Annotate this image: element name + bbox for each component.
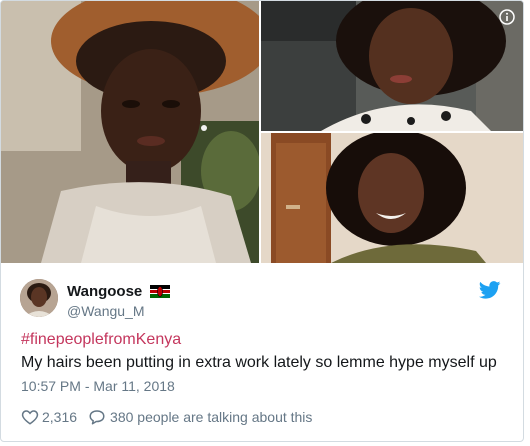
photo-2[interactable] — [261, 1, 523, 131]
kenya-flag-icon — [150, 285, 170, 298]
comment-bubble-icon[interactable] — [88, 408, 106, 426]
photo-1[interactable] — [1, 1, 259, 263]
tweet-text: My hairs been putting in extra work late… — [21, 354, 497, 371]
tweet-body: Wangoose @Wangu_M #finepeoplefromKenya M… — [1, 265, 523, 441]
like-count[interactable]: 2,316 — [42, 409, 77, 425]
photo-3[interactable] — [261, 133, 523, 263]
heart-icon[interactable] — [21, 408, 39, 426]
timestamp[interactable]: 10:57 PM - Mar 11, 2018 — [21, 378, 175, 394]
talking-count[interactable]: 380 people are talking about this — [110, 409, 312, 425]
info-icon[interactable] — [499, 9, 515, 25]
embedded-tweet-card: Wangoose @Wangu_M #finepeoplefromKenya M… — [0, 0, 524, 442]
tweet-photo-grid — [1, 1, 523, 263]
display-name[interactable]: Wangoose — [67, 283, 142, 300]
user-handle[interactable]: @Wangu_M — [67, 303, 145, 319]
hashtag-link[interactable]: #finepeoplefromKenya — [21, 331, 181, 349]
twitter-bird-icon[interactable] — [478, 281, 501, 299]
avatar[interactable] — [20, 279, 58, 317]
tweet-actions: 2,316 380 people are talking about this — [21, 407, 312, 427]
